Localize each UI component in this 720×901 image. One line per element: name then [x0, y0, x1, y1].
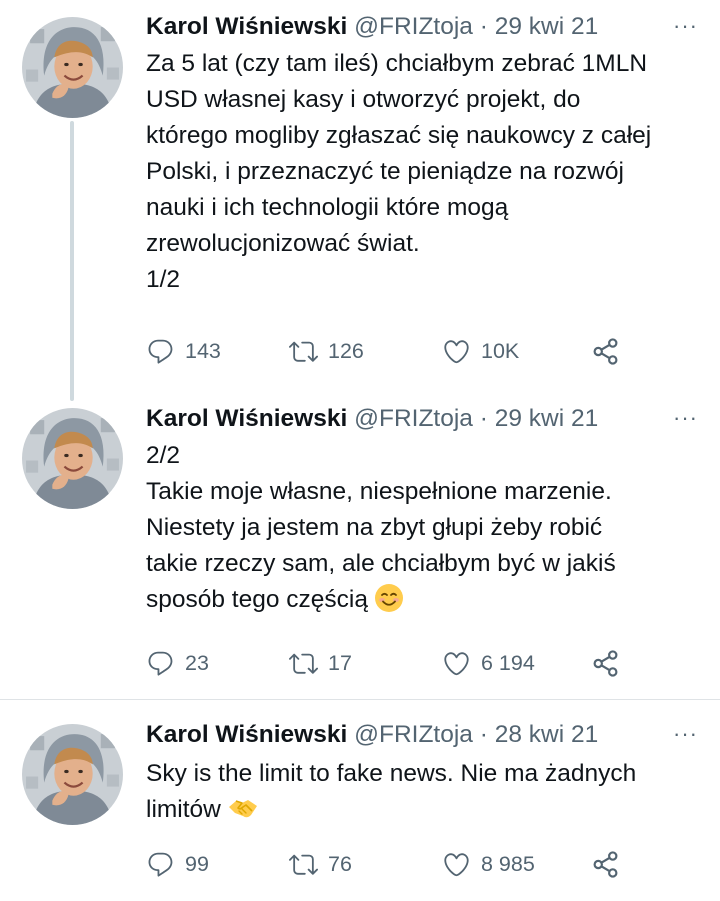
author-name[interactable]: Karol Wiśniewski — [146, 405, 347, 432]
tweet-date[interactable]: 29 kwi 21 — [495, 13, 599, 40]
share-icon — [591, 649, 620, 678]
tweet-actions: 23 17 6 194 — [146, 645, 666, 681]
retweet-icon — [289, 850, 318, 879]
like-count: 10K — [481, 338, 520, 363]
like-button[interactable]: 6 194 — [442, 645, 535, 681]
tweet-text-line: Polski, i przeznaczyć te pieniądze na ro… — [146, 158, 624, 185]
like-button[interactable]: 8 985 — [442, 846, 535, 882]
retweet-count: 17 — [328, 650, 352, 675]
tweet-header: Karol Wiśniewski @FRIZtoja · 29 kwi 21 — [146, 12, 598, 42]
reply-icon — [146, 337, 175, 366]
handshake-emoji — [228, 800, 257, 818]
tweet-date[interactable]: 29 kwi 21 — [495, 405, 599, 432]
tweet-text-line: takie rzeczy sam, ale chciałbym być w ja… — [146, 550, 616, 577]
tweet-text-line: limitów — [146, 796, 221, 823]
retweet-icon — [289, 649, 318, 678]
avatar[interactable] — [22, 724, 123, 825]
like-count: 8 985 — [481, 851, 535, 876]
share-button[interactable] — [591, 846, 620, 882]
header-separator: · — [479, 13, 488, 40]
reply-count: 143 — [185, 338, 221, 363]
tweet-text: 2/2 Takie moje własne, niespełnione marz… — [146, 438, 716, 618]
tweet-1[interactable]: Karol Wiśniewski @FRIZtoja · 29 kwi 21 ·… — [0, 0, 720, 396]
tweet-text-line: Niestety ja jestem na zbyt głupi żeby ro… — [146, 514, 603, 541]
tweet-text-line: zrewolucjonizować świat. — [146, 230, 420, 257]
tweet-text-line: 1/2 — [146, 266, 181, 293]
share-icon — [591, 850, 620, 879]
reply-icon — [146, 649, 175, 678]
tweet-text-line: USD własnej kasy i otworzyć projekt, do — [146, 86, 581, 113]
header-separator: · — [479, 721, 488, 748]
tweet-text-line: Takie moje własne, niespełnione marzenie… — [146, 478, 612, 505]
author-handle[interactable]: @FRIZtoja — [354, 721, 473, 748]
avatar[interactable] — [22, 17, 123, 118]
reply-button[interactable]: 143 — [146, 333, 221, 369]
heart-icon — [442, 850, 471, 879]
share-button[interactable] — [591, 645, 620, 681]
heart-icon — [442, 337, 471, 366]
heart-icon — [442, 649, 471, 678]
reply-icon — [146, 850, 175, 879]
reply-button[interactable]: 23 — [146, 645, 209, 681]
retweet-button[interactable]: 17 — [289, 645, 352, 681]
retweet-icon — [289, 337, 318, 366]
retweet-count: 126 — [328, 338, 364, 363]
tweet-3[interactable]: Karol Wiśniewski @FRIZtoja · 28 kwi 21 ·… — [0, 700, 720, 901]
author-name[interactable]: Karol Wiśniewski — [146, 721, 347, 748]
avatar[interactable] — [22, 408, 123, 509]
retweet-button[interactable]: 126 — [289, 333, 364, 369]
tweet-header: Karol Wiśniewski @FRIZtoja · 29 kwi 21 — [146, 404, 598, 434]
tweet-actions: 143 126 10K — [146, 333, 666, 369]
tweet-text-line: 2/2 — [146, 442, 181, 469]
tweet-text-line-with-emoji: limitów — [146, 792, 716, 828]
author-handle[interactable]: @FRIZtoja — [354, 405, 473, 432]
header-separator: · — [479, 405, 488, 432]
tweet-text-line-with-emoji: sposób tego częścią — [146, 582, 716, 618]
smiling-face-emoji — [375, 584, 403, 612]
tweet-text-line: nauki i ich technologii które mogą — [146, 194, 509, 221]
tweet-text-line: sposób tego częścią — [146, 586, 368, 613]
more-options-icon[interactable]: ··· — [673, 723, 698, 745]
tweet-actions: 99 76 8 985 — [146, 846, 666, 882]
author-handle[interactable]: @FRIZtoja — [354, 13, 473, 40]
more-options-icon[interactable]: ··· — [673, 407, 698, 429]
tweet-header: Karol Wiśniewski @FRIZtoja · 28 kwi 21 — [146, 720, 598, 750]
tweet-text: Za 5 lat (czy tam ileś) chciałbym zebrać… — [146, 46, 716, 298]
share-button[interactable] — [591, 333, 620, 369]
reply-count: 99 — [185, 851, 209, 876]
share-icon — [591, 337, 620, 366]
tweet-2[interactable]: Karol Wiśniewski @FRIZtoja · 29 kwi 21 ·… — [0, 396, 720, 699]
like-button[interactable]: 10K — [442, 333, 519, 369]
tweet-text-line: którego mogliby zgłaszać się naukowcy z … — [146, 122, 652, 149]
reply-button[interactable]: 99 — [146, 846, 209, 882]
tweet-text: Sky is the limit to fake news. Nie ma ża… — [146, 756, 716, 828]
author-name[interactable]: Karol Wiśniewski — [146, 13, 347, 40]
retweet-count: 76 — [328, 851, 352, 876]
tweet-date[interactable]: 28 kwi 21 — [495, 721, 599, 748]
tweet-text-line: Sky is the limit to fake news. Nie ma ża… — [146, 760, 637, 787]
like-count: 6 194 — [481, 650, 535, 675]
tweet-text-line: Za 5 lat (czy tam ileś) chciałbym zebrać… — [146, 50, 648, 77]
reply-count: 23 — [185, 650, 209, 675]
more-options-icon[interactable]: ··· — [673, 15, 698, 37]
retweet-button[interactable]: 76 — [289, 846, 352, 882]
